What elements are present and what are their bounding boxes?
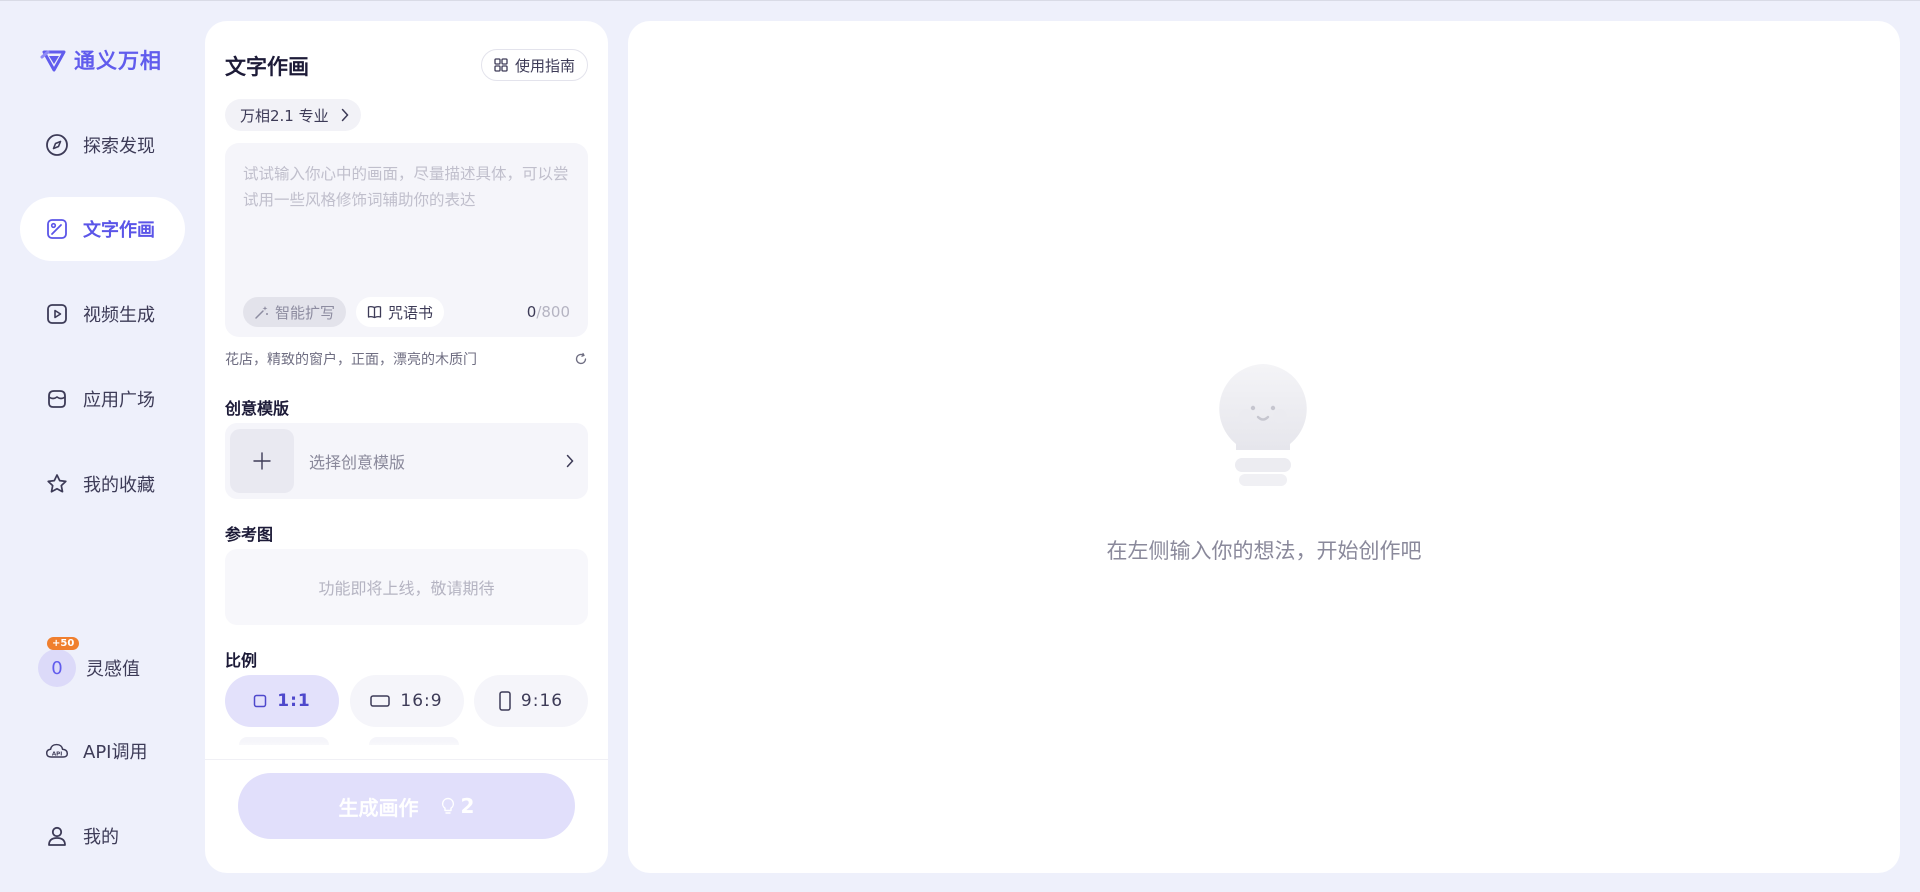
prompt-container: 智能扩写 咒语书 0/800 [225, 143, 588, 337]
generation-panel: 文字作画 使用指南 万相2.1 专业 智能扩写 咒语书 0/800 [205, 21, 608, 873]
square-icon [254, 694, 267, 708]
smart-expand-button[interactable]: 智能扩写 [243, 297, 347, 327]
model-label: 万相2.1 专业 [240, 106, 329, 125]
sidebar-item-text-to-image[interactable]: 文字作画 [20, 197, 185, 261]
plus-icon [230, 429, 294, 493]
refresh-icon[interactable] [574, 352, 588, 366]
star-icon [45, 472, 69, 496]
generate-cost: 2 [441, 794, 474, 818]
svg-text:API: API [52, 751, 62, 757]
ratio-16-9-button[interactable]: 16:9 [349, 675, 464, 727]
app-name: 通义万相 [74, 49, 162, 73]
cloud-api-icon: API [45, 739, 69, 763]
credit-label: 灵感值 [86, 659, 140, 680]
sidebar-item-me[interactable]: 我的 [20, 804, 185, 868]
portrait-icon [499, 691, 511, 711]
sidebar-item-label: 文字作画 [83, 220, 155, 241]
sidebar-item-explore[interactable]: 探索发现 [20, 113, 185, 177]
sidebar: 通义万相 探索发现 文字作画 视频生成 应用广场 我的收藏 0 +50 灵感值 … [0, 1, 204, 892]
chevron-right-icon [341, 108, 349, 122]
sidebar-item-app-square[interactable]: 应用广场 [20, 367, 185, 431]
empty-state-bulb-icon [1219, 364, 1307, 486]
credit-balance[interactable]: 0 +50 灵感值 [38, 637, 140, 687]
sidebar-item-label: 应用广场 [83, 390, 155, 411]
sidebar-item-label: 我的收藏 [83, 475, 155, 496]
user-icon [45, 824, 69, 848]
sidebar-item-label: API调用 [83, 742, 148, 763]
generate-button[interactable]: 生成画作 2 [238, 773, 575, 839]
reference-image-placeholder: 功能即将上线，敬请期待 [225, 549, 588, 625]
landscape-icon [370, 695, 391, 707]
book-icon [367, 305, 382, 319]
credit-bonus-badge: +50 [47, 637, 80, 650]
image-edit-icon [45, 217, 69, 241]
ratio-section-label: 比例 [225, 651, 258, 670]
sidebar-item-video[interactable]: 视频生成 [20, 282, 185, 346]
logo-icon [40, 50, 66, 72]
template-section-label: 创意模版 [225, 399, 290, 418]
ratio-1-1-button[interactable]: 1:1 [225, 675, 339, 727]
result-canvas: 在左侧输入你的想法，开始创作吧 [628, 21, 1900, 873]
sidebar-item-label: 我的 [83, 827, 119, 848]
character-counter: 0/800 [526, 303, 570, 321]
divider [205, 759, 608, 760]
ratio-9-16-button[interactable]: 9:16 [474, 675, 588, 727]
usage-guide-button[interactable]: 使用指南 [480, 49, 588, 81]
store-icon [45, 387, 69, 411]
sidebar-item-api[interactable]: API API调用 [20, 719, 185, 783]
template-selector[interactable]: 选择创意模版 [225, 423, 588, 499]
suggestion-text[interactable]: 花店，精致的窗户，正面，漂亮的木质门 [225, 349, 477, 369]
sidebar-item-label: 探索发现 [83, 136, 155, 157]
chevron-right-icon [566, 454, 574, 468]
template-placeholder: 选择创意模版 [309, 453, 406, 472]
magic-wand-icon [255, 305, 268, 319]
empty-state-text: 在左侧输入你的想法，开始创作吧 [1106, 539, 1422, 563]
sidebar-item-favorites[interactable]: 我的收藏 [20, 452, 185, 516]
grid-icon [494, 58, 508, 72]
reference-section-label: 参考图 [225, 525, 274, 544]
model-selector[interactable]: 万相2.1 专业 [225, 99, 361, 131]
video-play-icon [45, 302, 69, 326]
ratio-options: 1:1 16:9 9:16 [225, 675, 588, 727]
prompt-input[interactable] [243, 161, 570, 281]
panel-title: 文字作画 [225, 55, 309, 79]
compass-icon [45, 133, 69, 157]
app-logo[interactable]: 通义万相 [40, 45, 162, 75]
generate-label: 生成画作 [338, 795, 419, 820]
bulb-icon [441, 797, 454, 814]
prompt-suggestion[interactable]: 花店，精致的窗户，正面，漂亮的木质门 [225, 349, 588, 369]
spellbook-button[interactable]: 咒语书 [356, 297, 445, 327]
sidebar-item-label: 视频生成 [83, 305, 155, 326]
credit-value: 0 +50 [38, 637, 80, 687]
